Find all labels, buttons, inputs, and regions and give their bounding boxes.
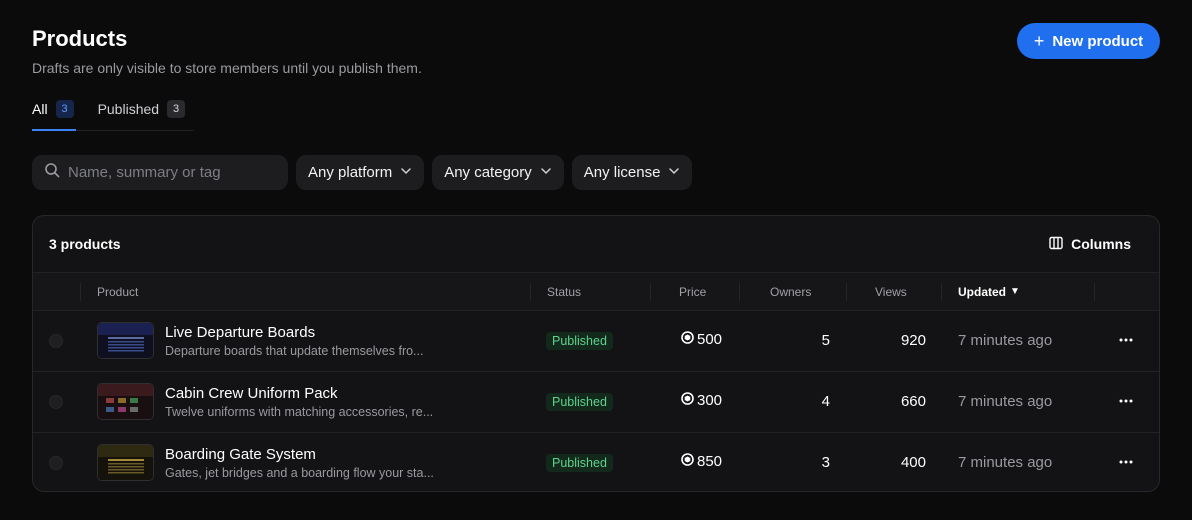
products-table: 3 products Columns Product Status Price …	[32, 215, 1160, 492]
views-count: 920	[900, 332, 926, 349]
table-row[interactable]: Cabin Crew Uniform Pack Twelve uniforms …	[33, 371, 1159, 432]
column-divider	[530, 283, 531, 301]
column-divider	[739, 283, 740, 301]
tab-count-badge: 3	[167, 100, 186, 118]
row-select-checkbox[interactable]	[49, 456, 63, 470]
product-name[interactable]: Boarding Gate System	[165, 446, 316, 463]
sort-desc-icon: ▼	[1010, 286, 1020, 297]
product-price: 300	[681, 392, 722, 409]
column-divider	[846, 283, 847, 301]
page-title: Products	[32, 26, 128, 51]
updated-time: 7 minutes ago	[958, 332, 1053, 349]
column-header-updated[interactable]: Updated ▼	[958, 273, 1020, 310]
column-header-status[interactable]: Status	[547, 273, 581, 310]
status-badge: Published	[546, 393, 613, 411]
price-value: 850	[697, 453, 723, 470]
column-divider	[80, 283, 81, 301]
column-divider	[941, 283, 942, 301]
plus-icon: +	[1033, 31, 1045, 51]
status-badge: Published	[546, 332, 613, 350]
column-header-updated-label: Updated	[958, 284, 1006, 299]
more-icon[interactable]	[1116, 330, 1136, 350]
columns-icon	[1049, 236, 1063, 253]
more-icon[interactable]	[1116, 452, 1136, 472]
table-header: Product Status Price Owners Views Update…	[33, 273, 1159, 310]
columns-label: Columns	[1071, 236, 1131, 252]
updated-time: 7 minutes ago	[958, 393, 1053, 410]
category-dropdown-label: Any category	[444, 164, 532, 181]
product-thumbnail	[97, 322, 154, 359]
search-input[interactable]	[68, 164, 268, 181]
tab-label: All	[32, 101, 48, 117]
owners-count: 5	[821, 332, 830, 349]
tab-count-badge: 3	[55, 100, 74, 118]
price-value: 500	[697, 331, 723, 348]
active-tab-indicator	[32, 129, 76, 131]
status-badge: Published	[546, 454, 613, 472]
currency-icon	[681, 453, 694, 470]
search-box	[32, 155, 288, 190]
product-summary: Departure boards that update themselves …	[165, 344, 424, 358]
chevron-down-icon	[668, 164, 680, 181]
tab-all[interactable]: All 3	[32, 96, 74, 122]
tab-published[interactable]: Published 3	[98, 96, 186, 122]
row-select-checkbox[interactable]	[49, 395, 63, 409]
currency-icon	[681, 331, 694, 348]
product-thumbnail	[97, 444, 154, 481]
page-subtitle: Drafts are only visible to store members…	[32, 60, 422, 76]
table-toolbar: 3 products Columns	[33, 216, 1159, 273]
column-header-views[interactable]: Views	[875, 273, 907, 310]
column-header-price[interactable]: Price	[679, 273, 706, 310]
owners-count: 4	[821, 393, 830, 410]
tabs-divider	[76, 130, 194, 131]
views-count: 400	[900, 454, 926, 471]
column-divider	[1094, 283, 1095, 301]
platform-dropdown-label: Any platform	[308, 164, 393, 181]
product-name[interactable]: Live Departure Boards	[165, 324, 315, 341]
license-dropdown[interactable]: Any license	[571, 155, 693, 190]
tabs: All 3 Published 3	[32, 96, 186, 122]
product-price: 850	[681, 453, 722, 470]
product-price: 500	[681, 331, 722, 348]
column-header-product[interactable]: Product	[97, 273, 138, 310]
filter-bar: Any platform Any category Any license	[32, 155, 693, 190]
category-dropdown[interactable]: Any category	[432, 155, 564, 190]
more-icon[interactable]	[1116, 391, 1136, 411]
product-name[interactable]: Cabin Crew Uniform Pack	[165, 385, 338, 402]
product-thumbnail	[97, 383, 154, 420]
new-product-button[interactable]: + New product	[1017, 23, 1160, 59]
owners-count: 3	[821, 454, 830, 471]
updated-time: 7 minutes ago	[958, 454, 1053, 471]
table-row[interactable]: Live Departure Boards Departure boards t…	[33, 310, 1159, 371]
product-summary: Twelve uniforms with matching accessorie…	[165, 405, 434, 419]
views-count: 660	[900, 393, 926, 410]
column-header-owners[interactable]: Owners	[770, 273, 811, 310]
column-divider	[650, 283, 651, 301]
license-dropdown-label: Any license	[583, 164, 661, 181]
currency-icon	[681, 392, 694, 409]
price-value: 300	[697, 392, 723, 409]
table-row[interactable]: Boarding Gate System Gates, jet bridges …	[33, 432, 1159, 491]
product-count: 3 products	[49, 236, 121, 252]
new-product-label: New product	[1052, 32, 1144, 50]
chevron-down-icon	[400, 164, 412, 181]
search-icon	[44, 162, 60, 183]
product-summary: Gates, jet bridges and a boarding flow y…	[165, 466, 434, 480]
columns-button[interactable]: Columns	[1049, 236, 1131, 253]
tab-label: Published	[97, 101, 160, 117]
row-select-checkbox[interactable]	[49, 334, 63, 348]
chevron-down-icon	[540, 164, 552, 181]
platform-dropdown[interactable]: Any platform	[296, 155, 425, 190]
